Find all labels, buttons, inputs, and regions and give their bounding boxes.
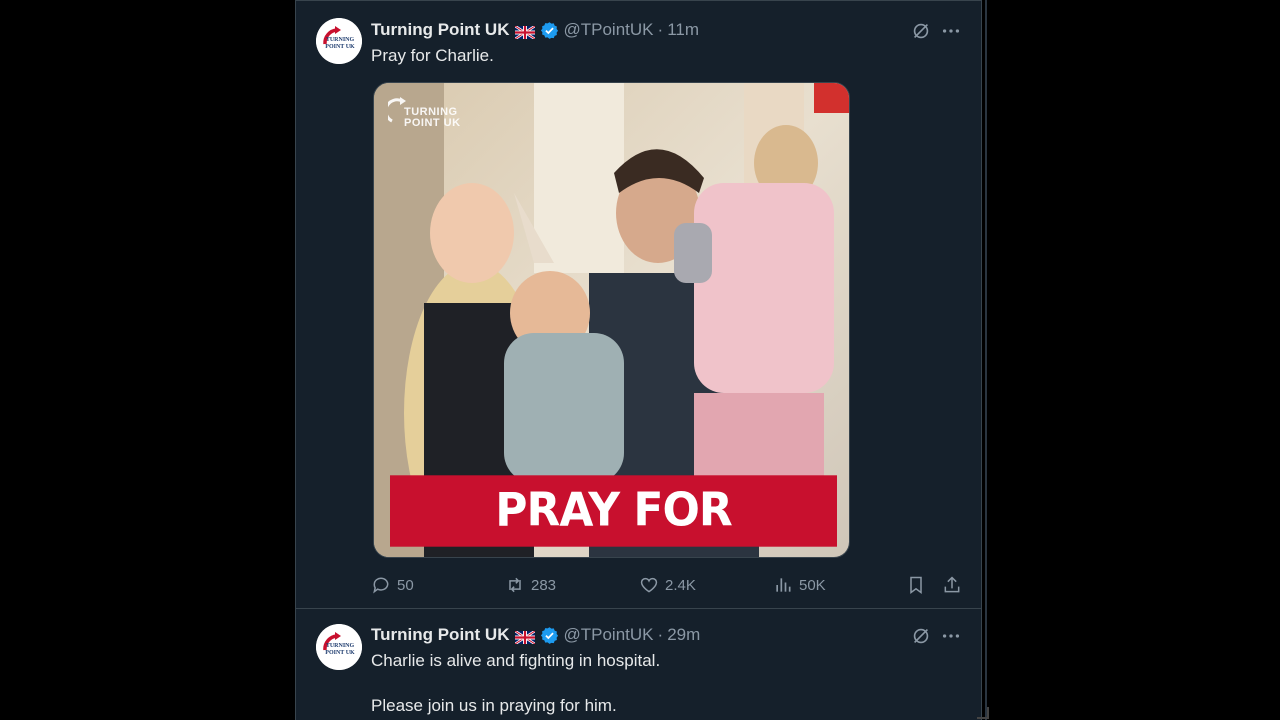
tweet-header: Turning Point UK @TPointUK · 29m — [371, 624, 700, 646]
retweet-button[interactable]: 283 — [505, 574, 556, 596]
timestamp[interactable]: 11m — [667, 20, 699, 40]
more-icon[interactable] — [940, 625, 962, 647]
display-name[interactable]: Turning Point UK — [371, 625, 510, 645]
share-button[interactable] — [942, 574, 962, 596]
like-count: 2.4K — [665, 576, 696, 594]
media-watermark: TURNING POINT UK — [388, 97, 461, 129]
window-edge — [985, 0, 987, 720]
media-banner-text: PRAY FOR CHARLIE! — [390, 475, 837, 557]
uk-flag-icon — [513, 24, 536, 40]
like-icon — [640, 577, 658, 593]
timeline: TURNING POINT UK Turning Point UK @TPoin… — [295, 0, 982, 720]
views-count: 50K — [799, 576, 826, 594]
tweet-text: Please join us in praying for him. — [371, 696, 617, 715]
avatar[interactable]: TURNING POINT UK — [316, 624, 362, 670]
tweet-header: Turning Point UK @TPointUK · 11m — [371, 19, 699, 41]
svg-text:TURNING: TURNING — [326, 37, 355, 43]
separator-dot: · — [657, 625, 664, 644]
separator-dot: · — [657, 20, 664, 39]
more-icon[interactable] — [940, 20, 962, 42]
grok-icon[interactable] — [910, 20, 932, 42]
like-button[interactable]: 2.4K — [639, 574, 696, 596]
tweet-actions: 50 283 2.4K 50K — [371, 574, 965, 596]
reply-icon — [373, 577, 389, 594]
views-button[interactable]: 50K — [773, 574, 826, 596]
svg-text:POINT UK: POINT UK — [325, 44, 355, 50]
display-name[interactable]: Turning Point UK — [371, 20, 510, 40]
uk-flag-icon — [513, 629, 536, 645]
reply-count: 50 — [397, 576, 414, 594]
tweet-media-image[interactable]: TURNING POINT UK PRAY FOR CHARLIE! — [373, 82, 850, 558]
share-icon — [944, 576, 960, 593]
resize-handle[interactable] — [977, 707, 989, 719]
tweet-text: Pray for Charlie. — [371, 46, 494, 65]
tweet-text: Charlie is alive and fighting in hospita… — [371, 651, 661, 670]
watermark-logo-icon — [388, 97, 406, 123]
views-icon — [776, 578, 791, 592]
handle[interactable]: @TPointUK — [564, 625, 654, 645]
verified-icon — [540, 21, 558, 39]
bookmark-icon — [910, 576, 922, 594]
tweet[interactable]: TURNING POINT UK Turning Point UK @TPoin… — [296, 0, 981, 609]
verified-icon — [540, 626, 558, 644]
avatar[interactable]: TURNING POINT UK — [316, 18, 362, 64]
svg-text:POINT UK: POINT UK — [325, 650, 355, 656]
retweet-icon — [509, 577, 521, 593]
retweet-count: 283 — [531, 576, 557, 594]
grok-icon[interactable] — [910, 625, 932, 647]
handle[interactable]: @TPointUK — [564, 20, 654, 40]
svg-text:TURNING: TURNING — [326, 643, 355, 649]
reply-button[interactable]: 50 — [371, 574, 414, 596]
timestamp[interactable]: 29m — [667, 625, 700, 645]
tweet[interactable]: TURNING POINT UK Turning Point UK @TPoin… — [296, 609, 981, 720]
bookmark-button[interactable] — [906, 574, 926, 596]
